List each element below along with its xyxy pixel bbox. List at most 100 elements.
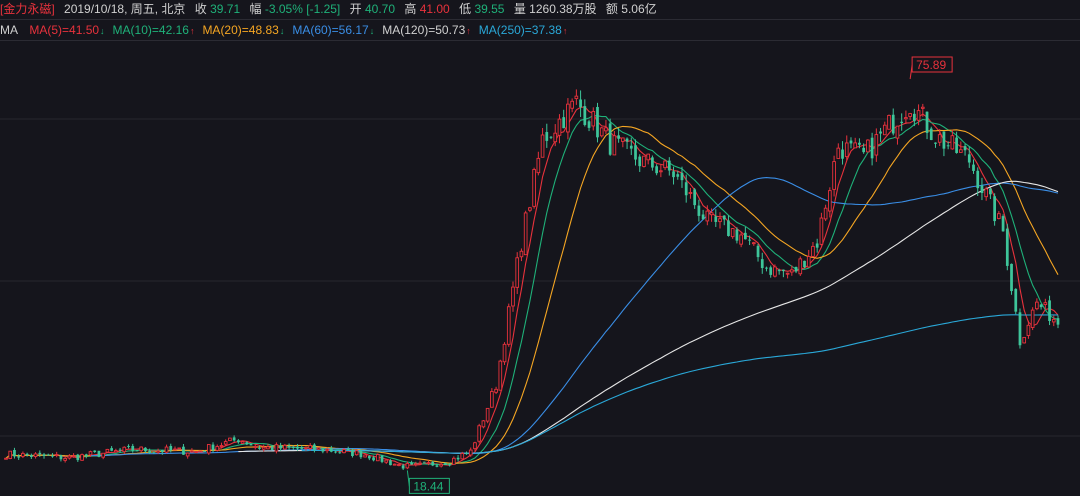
candle[interactable] [494,386,498,395]
candle[interactable] [608,118,612,156]
candle[interactable] [105,448,110,453]
candle[interactable] [131,443,135,453]
candle[interactable] [177,447,182,450]
candle[interactable] [1001,214,1005,232]
candle[interactable] [693,187,697,209]
candle[interactable] [806,249,811,269]
candle[interactable] [93,450,97,453]
candle[interactable] [17,454,21,460]
candle[interactable] [997,210,1001,220]
candle[interactable] [722,215,726,226]
candle[interactable] [887,114,891,130]
candle[interactable] [587,119,591,132]
candle[interactable] [663,159,667,171]
candle[interactable] [173,446,177,451]
candle[interactable] [760,252,764,274]
candle[interactable] [97,450,101,458]
candle[interactable] [832,155,836,197]
candle[interactable] [646,153,651,165]
candle[interactable] [934,142,937,148]
candle[interactable] [735,227,739,244]
candle[interactable] [540,128,545,158]
candle[interactable] [13,447,16,459]
candle[interactable] [1018,308,1022,349]
candle[interactable] [743,226,747,240]
candle[interactable] [841,141,844,165]
candle[interactable] [21,451,25,459]
candle[interactable] [456,455,460,462]
candle[interactable] [392,463,397,466]
candle[interactable] [688,187,693,199]
candle[interactable] [891,108,895,136]
candle[interactable] [596,102,599,143]
candle[interactable] [1005,223,1009,271]
candle[interactable] [566,98,570,140]
candle[interactable] [283,443,287,450]
candle[interactable] [904,110,908,125]
candle[interactable] [228,437,232,442]
candle[interactable] [634,139,637,166]
candle[interactable] [815,238,819,253]
candle[interactable] [532,167,536,209]
candle[interactable] [980,177,984,201]
candle[interactable] [110,446,113,452]
candle[interactable] [718,212,722,229]
candle[interactable] [756,243,760,262]
candle[interactable] [101,452,105,460]
candle[interactable] [672,166,675,185]
candle[interactable] [439,462,443,468]
candle[interactable] [844,135,849,161]
candle[interactable] [659,164,663,178]
candle[interactable] [528,206,532,213]
candle[interactable] [114,448,118,453]
candle[interactable] [375,453,380,462]
candle[interactable] [803,260,806,269]
candle[interactable] [1030,307,1035,331]
candle[interactable] [477,423,482,444]
candle[interactable] [397,463,401,467]
candle[interactable] [591,107,596,131]
candle[interactable] [380,455,384,464]
candle[interactable] [1039,303,1043,310]
candle[interactable] [811,241,815,258]
candle[interactable] [418,460,422,465]
candle[interactable] [1056,315,1060,329]
candle[interactable] [667,157,671,176]
candle[interactable] [67,454,72,460]
candle[interactable] [621,137,625,148]
candle[interactable] [164,444,169,454]
candle[interactable] [1035,298,1039,311]
candle[interactable] [498,359,503,391]
candle[interactable] [240,441,245,444]
candle[interactable] [697,199,701,222]
candle[interactable] [33,452,38,459]
candle[interactable] [984,186,988,201]
candle[interactable] [194,451,198,454]
candle[interactable] [536,151,541,176]
candle[interactable] [465,451,468,455]
candle[interactable] [655,164,659,176]
candle[interactable] [849,137,853,149]
candle[interactable] [769,265,773,278]
candle[interactable] [502,342,507,365]
candle[interactable] [900,113,904,131]
candle[interactable] [751,241,756,246]
candlestick-chart[interactable]: 75.89 18.44 [0,41,1080,496]
candle[interactable] [570,98,574,113]
candle[interactable] [925,111,929,140]
candle[interactable] [127,444,130,449]
candle[interactable] [519,248,524,262]
candle[interactable] [38,450,42,457]
candle[interactable] [452,456,456,465]
candle[interactable] [76,453,80,462]
candle[interactable] [139,446,144,453]
candle[interactable] [874,128,879,162]
candle[interactable] [638,154,642,172]
candle[interactable] [828,187,832,218]
candle[interactable] [730,227,735,239]
candle[interactable] [25,452,29,457]
candle[interactable] [651,155,654,171]
candle[interactable] [642,155,646,168]
candle[interactable] [579,90,582,118]
candle[interactable] [574,89,579,105]
